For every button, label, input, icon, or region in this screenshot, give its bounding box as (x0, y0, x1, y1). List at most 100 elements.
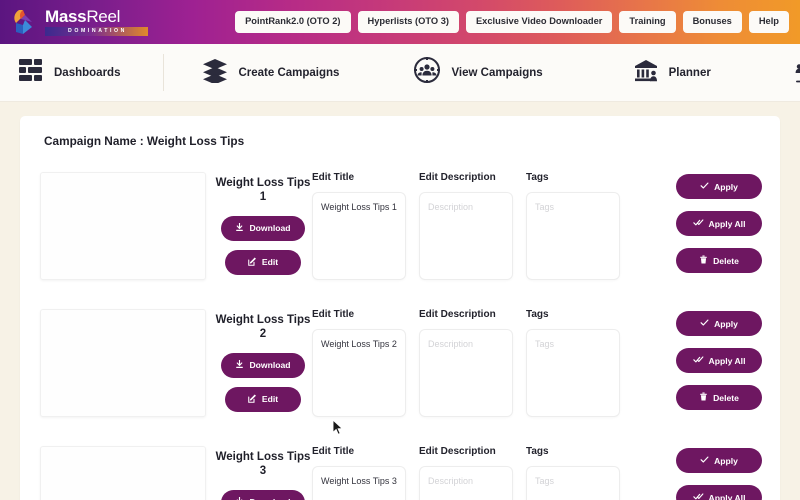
top-header-bar: MassReel DOMINATION PointRank2.0 (OTO 2)… (0, 0, 800, 44)
apply-label: Apply (714, 318, 738, 329)
nav-label-planner: Planner (668, 66, 711, 79)
video-thumbnail-cell (38, 446, 214, 500)
edit-title-cell: Edit Title (312, 172, 419, 285)
trash-icon (699, 255, 708, 266)
nav-label-create-campaigns: Create Campaigns (238, 66, 340, 79)
tags-input[interactable] (526, 466, 620, 500)
topnav-bonuses[interactable]: Bonuses (682, 11, 742, 33)
check-icon (700, 318, 709, 329)
apply-all-label: Apply All (708, 218, 746, 229)
edit-button[interactable]: Edit (225, 386, 301, 412)
edit-description-label: Edit Description (419, 309, 496, 320)
nav-item-planner[interactable]: Planner (599, 44, 767, 101)
tags-label: Tags (526, 309, 549, 320)
video-name-cell: Weight Loss Tips 3 Download Edit (214, 446, 312, 500)
apply-all-label: Apply All (708, 492, 746, 500)
edit-description-label: Edit Description (419, 172, 496, 183)
topnav-help[interactable]: Help (748, 11, 789, 33)
edit-title-input[interactable] (312, 192, 406, 280)
edit-description-input[interactable] (419, 192, 513, 280)
topnav-pointrank-oto2[interactable]: PointRank2.0 (OTO 2) (235, 11, 351, 33)
brand-title-bold: Mass (45, 7, 87, 27)
tags-cell: Tags (526, 446, 633, 500)
edit-title-cell: Edit Title (312, 446, 419, 500)
brand-title-thin: Reel (86, 7, 121, 27)
row-actions: Apply Apply All Delete (666, 309, 762, 422)
edit-title-input[interactable] (312, 466, 406, 500)
double-check-icon (692, 355, 704, 366)
tags-input[interactable] (526, 192, 620, 280)
delete-button[interactable]: Delete (676, 385, 762, 410)
tags-label: Tags (526, 446, 549, 457)
row-actions: Apply Apply All Delete (666, 172, 762, 285)
edit-description-cell: Edit Description (419, 309, 526, 422)
apply-label: Apply (714, 181, 738, 192)
edit-label: Edit (261, 257, 279, 268)
video-name: Weight Loss Tips 1 (215, 177, 311, 204)
apply-all-button[interactable]: Apply All (676, 348, 762, 373)
video-name-cell: Weight Loss Tips 2 Download Edit (214, 309, 312, 421)
massreel-logo-icon (12, 8, 38, 36)
campaign-card: Campaign Name : Weight Loss Tips Weight … (20, 116, 780, 500)
nav-item-dashboards[interactable]: Dashboards (0, 44, 165, 101)
topnav-hyperlists-oto3[interactable]: Hyperlists (OTO 3) (357, 11, 459, 33)
nav-item-view-campaigns[interactable]: View Campaigns (389, 44, 598, 101)
video-name: Weight Loss Tips 3 (215, 451, 311, 478)
delete-label: Delete (713, 255, 739, 266)
edit-title-label: Edit Title (312, 309, 355, 320)
brand-logo[interactable]: MassReel DOMINATION (0, 0, 148, 44)
apply-button[interactable]: Apply (676, 174, 762, 199)
edit-description-label: Edit Description (419, 446, 496, 457)
edit-description-input[interactable] (419, 329, 513, 417)
video-row: Weight Loss Tips 1 Download Edit Edit Ti… (38, 148, 762, 285)
brand-subtitle: DOMINATION (45, 27, 148, 36)
download-label: Download (249, 360, 291, 371)
trash-icon (699, 392, 708, 403)
tags-input[interactable] (526, 329, 620, 417)
nav-label-dashboards: Dashboards (54, 66, 121, 79)
video-thumbnail[interactable] (40, 309, 206, 417)
top-nav: PointRank2.0 (OTO 2) Hyperlists (OTO 3) … (235, 11, 800, 33)
video-thumbnail[interactable] (40, 446, 206, 500)
edit-title-cell: Edit Title (312, 309, 419, 422)
secondary-nav: Dashboards Create Campaigns View Campaig… (0, 44, 800, 102)
tags-cell: Tags (526, 309, 633, 422)
apply-button[interactable]: Apply (676, 448, 762, 473)
topnav-exclusive-video-downloader[interactable]: Exclusive Video Downloader (465, 11, 613, 33)
topnav-training[interactable]: Training (619, 11, 676, 33)
download-button[interactable]: Download (221, 215, 305, 241)
check-icon (700, 455, 709, 466)
pencil-square-icon (248, 257, 257, 268)
pencil-square-icon (248, 394, 257, 405)
delete-button[interactable]: Delete (676, 248, 762, 273)
edit-description-input[interactable] (419, 466, 513, 500)
video-thumbnail-cell (38, 172, 214, 280)
video-thumbnail-cell (38, 309, 214, 417)
apply-button[interactable]: Apply (676, 311, 762, 336)
edit-description-cell: Edit Description (419, 446, 526, 500)
download-icon (235, 222, 244, 234)
page-title: Campaign Name : Weight Loss Tips (44, 134, 245, 148)
nav-item-my-clients[interactable]: My Clients (767, 44, 800, 101)
apply-all-button[interactable]: Apply All (676, 485, 762, 500)
edit-button[interactable]: Edit (225, 249, 301, 275)
nav-item-create-campaigns[interactable]: Create Campaigns (164, 44, 389, 101)
video-name-cell: Weight Loss Tips 1 Download Edit (214, 172, 312, 284)
video-thumbnail[interactable] (40, 172, 206, 280)
edit-title-input[interactable] (312, 329, 406, 417)
double-check-icon (692, 218, 704, 229)
video-name: Weight Loss Tips 2 (215, 314, 311, 341)
bank-building-icon (633, 57, 659, 88)
people-circle-icon (413, 56, 441, 89)
stacked-layers-icon (202, 57, 228, 88)
people-group-icon (793, 57, 800, 88)
delete-label: Delete (713, 392, 739, 403)
edit-label: Edit (261, 394, 279, 405)
check-icon (700, 181, 709, 192)
row-actions: Apply Apply All Delete (666, 446, 762, 500)
apply-all-button[interactable]: Apply All (676, 211, 762, 236)
double-check-icon (692, 492, 704, 500)
edit-title-label: Edit Title (312, 446, 355, 457)
download-button[interactable]: Download (221, 489, 305, 500)
download-button[interactable]: Download (221, 352, 305, 378)
